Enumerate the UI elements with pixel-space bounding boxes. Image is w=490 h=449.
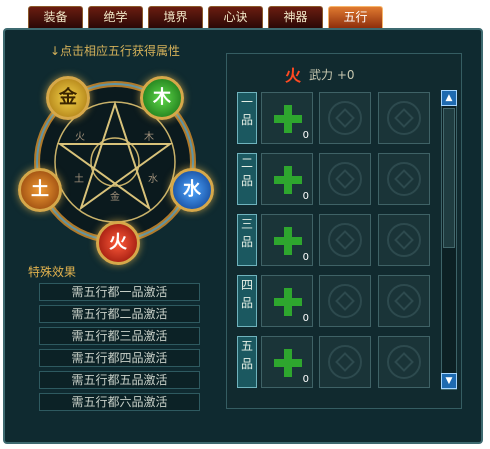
water-element-button[interactable]: 水: [170, 168, 214, 212]
emblem-icon: [328, 162, 362, 196]
tab-realm[interactable]: 境界: [148, 6, 203, 28]
effect-row: 需五行都六品激活: [39, 393, 200, 411]
tab-equipment[interactable]: 装备: [28, 6, 83, 28]
effect-row: 需五行都三品激活: [39, 327, 200, 345]
earth-element-button[interactable]: 土: [18, 168, 62, 212]
slot-count: 0: [302, 130, 309, 141]
locked-slot: [319, 214, 371, 266]
wheel-rune-wood: 木: [144, 132, 154, 143]
tab-mantra[interactable]: 心诀: [208, 6, 263, 28]
grade-label-3: 三品: [237, 214, 257, 266]
emblem-icon: [328, 345, 362, 379]
add-slot-button[interactable]: 0: [261, 153, 313, 205]
emblem-icon: [328, 223, 362, 257]
locked-slot: [378, 275, 430, 327]
slot-count: 0: [302, 313, 309, 324]
locked-slot: [319, 153, 371, 205]
fire-element-button[interactable]: 火: [96, 221, 140, 265]
emblem-icon: [387, 101, 421, 135]
add-slot-button[interactable]: 0: [261, 336, 313, 388]
tab-skills[interactable]: 绝学: [88, 6, 143, 28]
emblem-icon: [387, 345, 421, 379]
wood-element-button[interactable]: 木: [140, 76, 184, 120]
five-elements-wheel: 火 木 土 水 金 金 木 土 水 火: [12, 58, 218, 266]
emblem-icon: [328, 284, 362, 318]
hint-text: ↓点击相应五行获得属性: [50, 44, 181, 58]
effect-row: 需五行都五品激活: [39, 371, 200, 389]
special-effects-title: 特殊效果: [28, 265, 77, 279]
metal-element-button[interactable]: 金: [46, 76, 90, 120]
scroll-down-button[interactable]: ▼: [441, 373, 457, 389]
tab-five-elements[interactable]: 五行: [328, 6, 383, 28]
add-slot-button[interactable]: 0: [261, 92, 313, 144]
wheel-rune-earth: 土: [74, 174, 84, 185]
emblem-icon: [387, 284, 421, 318]
selected-element-name: 火: [285, 66, 302, 85]
effect-row: 需五行都二品激活: [39, 305, 200, 323]
locked-slot: [378, 92, 430, 144]
wheel-rune-metal: 金: [110, 192, 120, 203]
grade-label-5: 五品: [237, 336, 257, 388]
add-slot-button[interactable]: 0: [261, 275, 313, 327]
effect-row: 需五行都一品激活: [39, 283, 200, 301]
wheel-rune-fire: 火: [75, 132, 85, 143]
grade-label-2: 二品: [237, 153, 257, 205]
slot-count: 0: [302, 252, 309, 263]
add-slot-button[interactable]: 0: [261, 214, 313, 266]
emblem-icon: [387, 223, 421, 257]
selected-element-header: 火 武力 +0: [285, 62, 355, 86]
locked-slot: [319, 92, 371, 144]
emblem-icon: [387, 162, 421, 196]
locked-slot: [378, 336, 430, 388]
locked-slot: [319, 275, 371, 327]
slot-count: 0: [302, 374, 309, 385]
locked-slot: [378, 214, 430, 266]
effect-row: 需五行都四品激活: [39, 349, 200, 367]
slot-count: 0: [302, 191, 309, 202]
locked-slot: [378, 153, 430, 205]
scroll-up-button[interactable]: ▲: [441, 90, 457, 106]
grade-label-4: 四品: [237, 275, 257, 327]
tab-bar: 装备 绝学 境界 心诀 神器 五行: [28, 6, 383, 28]
wheel-rune-water: 水: [148, 174, 158, 185]
grade-label-1: 一品: [237, 92, 257, 144]
locked-slot: [319, 336, 371, 388]
tab-artifact[interactable]: 神器: [268, 6, 323, 28]
scrollbar-thumb[interactable]: [443, 108, 455, 248]
selected-element-stat: 武力 +0: [309, 67, 355, 82]
emblem-icon: [328, 101, 362, 135]
